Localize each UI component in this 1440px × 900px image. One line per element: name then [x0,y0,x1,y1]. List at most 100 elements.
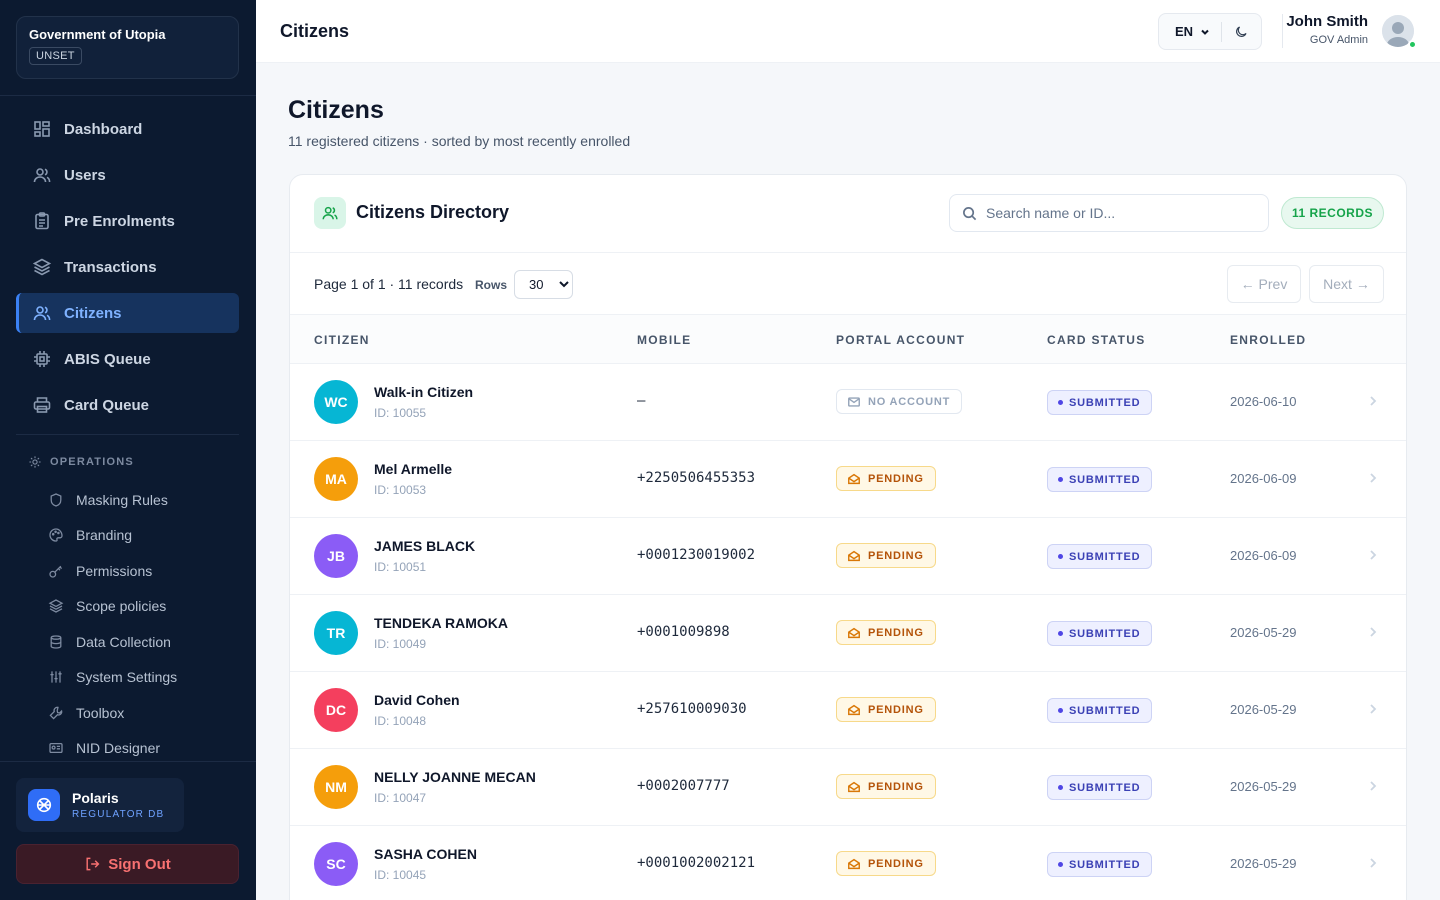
card-status-label: SUBMITTED [1069,550,1141,563]
card-status-badge: SUBMITTED [1047,621,1153,646]
citizen-name[interactable]: SASHA COHEN [374,846,477,862]
nav-item-transactions[interactable]: Transactions [16,247,239,287]
database-switcher[interactable]: Polaris REGULATOR DB [16,778,184,832]
database-subtitle: REGULATOR DB [72,809,165,820]
row-open-button[interactable] [1366,548,1380,567]
table-row[interactable]: NM NELLY JOANNE MECAN ID: 10047 +0002007777… [290,749,1406,826]
card-header: Citizens Directory 11 RECORDS [290,175,1406,253]
mail-open-icon [848,627,860,638]
sidebar: Government of Utopia UNSET Dashboard Use… [0,0,256,900]
operations-heading-label: OPERATIONS [50,456,134,468]
row-open-button[interactable] [1366,625,1380,644]
citizen-id: ID: 10047 [374,791,427,805]
row-open-button[interactable] [1366,856,1380,875]
records-count-badge: 11 RECORDS [1281,197,1384,229]
directory-title: Citizens Directory [356,202,510,222]
nav-item-card-queue[interactable]: Card Queue [16,385,239,425]
column-header-mobile[interactable]: MOBILE [637,333,691,347]
search-input[interactable] [986,195,1256,231]
users-icon [33,168,51,183]
citizen-name[interactable]: Walk-in Citizen [374,384,473,400]
chevron-down-icon [1201,29,1209,35]
mail-open-icon [848,550,860,561]
ops-item-toolbox[interactable]: Toolbox [48,695,238,731]
database-name: Polaris [72,790,119,806]
card-status-label: SUBMITTED [1069,704,1141,717]
clipboard-icon [35,212,49,230]
citizen-avatar: SC [314,842,358,886]
topbar: Citizens EN John Smith GOV Admin [256,0,1440,63]
status-dot [1058,400,1063,405]
ops-item-scope-policies[interactable]: Scope policies [48,589,238,625]
table-row[interactable]: TR TENDEKA RAMOKA ID: 10049 +0001009898 PEND… [290,595,1406,672]
ops-item-label: Scope policies [76,598,167,615]
column-header-card-status[interactable]: CARD STATUS [1047,333,1146,347]
main-nav: Dashboard Users Pre Enrolments Transacti… [16,109,239,431]
next-page-button[interactable]: Next → [1309,265,1384,303]
citizen-avatar: MA [314,457,358,501]
printer-icon [33,397,51,413]
nav-item-abis-queue[interactable]: ABIS Queue [16,339,239,379]
gear-icon [29,456,41,468]
theme-toggle[interactable] [1222,24,1261,39]
id-card-icon [49,743,63,754]
column-header-enrolled[interactable]: ENROLLED [1230,333,1306,347]
card-status-badge: SUBMITTED [1047,390,1153,415]
ops-item-system-settings[interactable]: System Settings [48,660,238,696]
ops-item-label: Toolbox [76,704,125,721]
sliders-icon [50,671,62,683]
card-status-badge: SUBMITTED [1047,467,1153,492]
nav-item-label: Card Queue [64,396,150,414]
row-open-button[interactable] [1366,779,1380,798]
row-open-button[interactable] [1366,394,1380,413]
users-icon [322,206,338,220]
language-selector[interactable]: EN [1159,14,1221,49]
citizen-name[interactable]: David Cohen [374,692,460,708]
table-row[interactable]: DC David Cohen ID: 10048 +257610009030 PENDI… [290,672,1406,749]
citizen-name[interactable]: NELLY JOANNE MECAN [374,769,536,785]
mail-open-icon [848,858,860,869]
ops-item-branding[interactable]: Branding [48,518,238,554]
ops-item-permissions[interactable]: Permissions [48,553,238,589]
rows-per-page-select[interactable]: 30 [514,270,573,299]
table-row[interactable]: WC Walk-in Citizen ID: 10055 — NO ACCOUNT SUB… [290,364,1406,441]
citizen-name[interactable]: Mel Armelle [374,461,452,477]
org-card[interactable]: Government of Utopia UNSET [16,16,239,79]
citizen-id: ID: 10053 [374,483,427,497]
column-header-citizen[interactable]: CITIZEN [314,333,370,347]
user-name[interactable]: John Smith [1286,13,1368,30]
column-header-portal-account[interactable]: PORTAL ACCOUNT [836,333,965,347]
logout-icon [86,857,100,871]
card-status-badge: SUBMITTED [1047,544,1153,569]
portal-account-label: NO ACCOUNT [868,395,951,408]
polaris-logo [28,789,60,821]
sign-out-button[interactable]: Sign Out [16,844,239,884]
org-name: Government of Utopia [29,27,166,42]
citizen-mobile: +2250506455353 [637,470,756,486]
table-row[interactable]: SC SASHA COHEN ID: 10045 +0001002002121 PEND… [290,826,1406,900]
enrolled-date: 2026-06-09 [1230,471,1297,486]
row-open-button[interactable] [1366,702,1380,721]
ops-item-masking-rules[interactable]: Masking Rules [48,482,238,518]
nav-item-label: Citizens [64,304,122,322]
citizen-name[interactable]: JAMES BLACK [374,538,475,554]
nav-item-dashboard[interactable]: Dashboard [16,109,239,149]
prev-page-button[interactable]: ← Prev [1227,265,1301,303]
nav-item-label: Pre Enrolments [64,212,175,230]
users-icon [33,306,51,321]
enrolled-date: 2026-05-29 [1230,702,1297,717]
nav-item-users[interactable]: Users [16,155,239,195]
nav-item-citizens[interactable]: Citizens [16,293,239,333]
citizen-name[interactable]: TENDEKA RAMOKA [374,615,508,631]
row-open-button[interactable] [1366,471,1380,490]
table-row[interactable]: JB JAMES BLACK ID: 10051 +0001230019002 PEND… [290,518,1406,595]
nav-divider [16,434,239,435]
table-row[interactable]: MA Mel Armelle ID: 10053 +2250506455353 PEND… [290,441,1406,518]
citizen-id: ID: 10049 [374,637,427,651]
mail-open-icon [848,704,860,715]
card-status-label: SUBMITTED [1069,473,1141,486]
portal-account-badge: PENDING [836,620,936,645]
nav-item-pre-enrolments[interactable]: Pre Enrolments [16,201,239,241]
ops-item-data-collection[interactable]: Data Collection [48,624,238,660]
sign-out-label: Sign Out [108,855,171,873]
